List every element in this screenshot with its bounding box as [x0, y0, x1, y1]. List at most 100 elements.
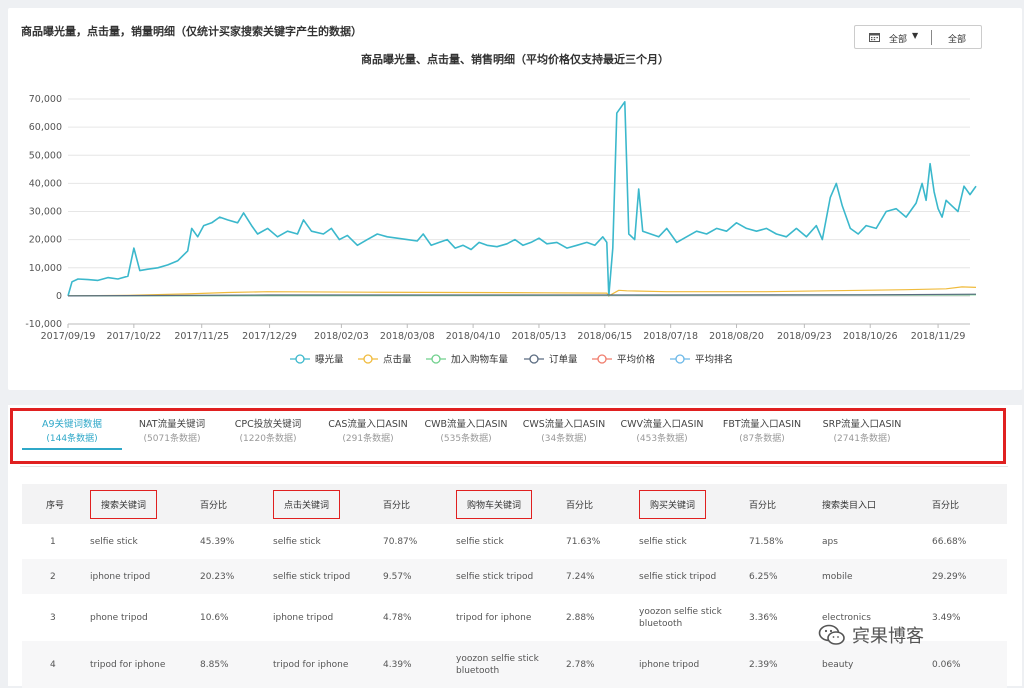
active-tab-underline	[22, 448, 122, 450]
table-cell: phone tripod	[90, 612, 148, 623]
table-cell: tripod for iphone	[456, 612, 532, 623]
x-tick-label: 2018/03/08	[380, 331, 435, 342]
tab-1[interactable]: A9关键词数据 (144条数据)	[22, 417, 122, 447]
legend-marker	[529, 354, 539, 364]
table-cell: mobile	[812, 559, 922, 594]
overview-panel: 商品曝光量，点击量，销量明细（仅统计买家搜索关键字产生的数据） 全部 ▼ 全部 …	[8, 8, 1022, 390]
tab-label: FBT流量入口ASIN	[722, 419, 802, 430]
table-cell: selfie stick	[456, 536, 504, 547]
table-cell: 71.63%	[566, 536, 601, 547]
tab-count: (34条数据)	[541, 434, 587, 444]
table-cell: iphone tripod	[629, 641, 739, 688]
column-header: 百分比	[190, 484, 263, 524]
x-tick-label: 2018/05/13	[512, 331, 567, 342]
column-header: 序号	[22, 484, 80, 524]
tab-label: NAT流量关键词	[138, 419, 206, 430]
y-tick-label: 30,000	[29, 207, 62, 218]
y-tick-label: 60,000	[29, 122, 62, 133]
tab-count: (2741条数据)	[833, 434, 891, 444]
tab-4[interactable]: CAS流量入口ASIN (291条数据)	[318, 417, 418, 447]
y-tick-label: 40,000	[29, 178, 62, 189]
table-cell: 45.39%	[200, 536, 235, 547]
table-cell: 2.39%	[739, 641, 812, 688]
exposure-line-chart: 70,000 60,000 50,000 40,000 30,000 20,000 10,0…	[25, 94, 977, 366]
tab-label: CPC投放关键词	[234, 419, 302, 430]
y-tick-label: 10,000	[29, 263, 62, 274]
table-cell: 2.78%	[556, 641, 629, 688]
keyword-table: 序号 搜索关键词 百分比 点击关键词 百分比 购物车关键词 百分比 购买关键词 百分比 搜索类目入…	[22, 484, 1007, 688]
tab-2[interactable]: NAT流量关键词 (5071条数据)	[122, 417, 222, 447]
column-header: 点击关键词	[263, 484, 373, 524]
table-cell: iphone tripod	[273, 612, 334, 623]
table-cell: 29.29%	[922, 559, 1007, 594]
table-row: 1 selfie stick 45.39% selfie stick 70.87% sel…	[22, 524, 1007, 559]
y-tick-label: 70,000	[29, 94, 62, 105]
legend-label: 加入购物车量	[451, 354, 509, 366]
tab-label: CWV流量入口ASIN	[620, 419, 704, 430]
x-tick-label: 2017/11/25	[174, 331, 229, 342]
legend-label: 平均排名	[695, 354, 733, 366]
highlighted-header-label: 购物车关键词	[456, 489, 533, 519]
table-row: 2 iphone tripod 20.23% selfie stick tripod 9…	[22, 559, 1007, 594]
table-cell: 8.85%	[190, 641, 263, 688]
tab-label: CAS流量入口ASIN	[328, 419, 408, 430]
y-tick-label: -10,000	[25, 319, 62, 330]
x-tick-label: 2018/08/20	[709, 331, 764, 342]
table-cell: tripod for iphone	[263, 641, 373, 688]
x-tick-label: 2018/06/15	[577, 331, 632, 342]
table-cell: 7.24%	[556, 559, 629, 594]
legend-marker	[431, 354, 441, 364]
table-cell: selfie stick tripod	[446, 559, 556, 594]
tab-count: (291条数据)	[342, 434, 394, 444]
tab-5[interactable]: CWB流量入口ASIN (535条数据)	[416, 417, 516, 447]
table-cell: yoozon selfie stick bluetooth	[639, 606, 722, 629]
x-tick-label: 2018/02/03	[314, 331, 369, 342]
x-tick-label: 2018/04/10	[446, 331, 501, 342]
x-tick-label: 2017/12/29	[242, 331, 297, 342]
tab-label: SRP流量入口ASIN	[822, 419, 902, 430]
table-cell: 0.06%	[922, 641, 1007, 688]
table-cell: aps	[822, 536, 838, 547]
table-cell: 6.25%	[739, 559, 812, 594]
table-cell: selfie stick	[273, 536, 321, 547]
table-cell: 10.6%	[200, 612, 229, 623]
table-cell: 66.68%	[932, 536, 967, 547]
tab-count: (535条数据)	[440, 434, 492, 444]
tab-count: (5071条数据)	[143, 434, 201, 444]
column-header: 搜索关键词	[80, 484, 190, 524]
table-cell: 3	[50, 612, 56, 623]
tab-count: (144条数据)	[46, 434, 98, 444]
tab-count: (453条数据)	[636, 434, 688, 444]
y-tick-label: 50,000	[29, 150, 62, 161]
tab-8[interactable]: FBT流量入口ASIN (87条数据)	[712, 417, 812, 447]
table-cell: 1	[50, 536, 56, 547]
tab-divider	[20, 466, 1008, 467]
table-cell: 20.23%	[190, 559, 263, 594]
column-header: 百分比	[922, 484, 1007, 524]
table-cell: 4	[22, 641, 80, 688]
legend-label: 订单量	[549, 354, 578, 366]
legend-label: 曝光量	[315, 354, 344, 366]
tab-9[interactable]: SRP流量入口ASIN (2741条数据)	[812, 417, 912, 447]
table-cell: 9.57%	[373, 559, 446, 594]
tab-count: (1220条数据)	[239, 434, 297, 444]
tab-7[interactable]: CWV流量入口ASIN (453条数据)	[612, 417, 712, 447]
table-header-row: 序号 搜索关键词 百分比 点击关键词 百分比 购物车关键词 百分比 购买关键词 百分比 搜索类目入…	[22, 484, 1007, 524]
tab-3[interactable]: CPC投放关键词 (1220条数据)	[218, 417, 318, 447]
wechat-icon	[818, 624, 845, 645]
column-header: 百分比	[373, 484, 446, 524]
table-cell: selfie stick tripod	[629, 559, 739, 594]
table-cell: 4.78%	[383, 612, 412, 623]
x-tick-label: 2018/07/18	[643, 331, 698, 342]
table-cell: 70.87%	[383, 536, 418, 547]
x-tick-label: 2017/09/19	[41, 331, 96, 342]
legend-marker	[597, 354, 607, 364]
table-cell: selfie stick	[90, 536, 138, 547]
tab-label: CWS流量入口ASIN	[522, 419, 606, 430]
table-cell: iphone tripod	[80, 559, 190, 594]
x-tick-label: 2017/10/22	[106, 331, 161, 342]
column-header: 购买关键词	[629, 484, 739, 524]
column-header: 百分比	[556, 484, 629, 524]
table-cell: 3.49%	[932, 612, 961, 623]
tab-6[interactable]: CWS流量入口ASIN (34条数据)	[514, 417, 614, 447]
